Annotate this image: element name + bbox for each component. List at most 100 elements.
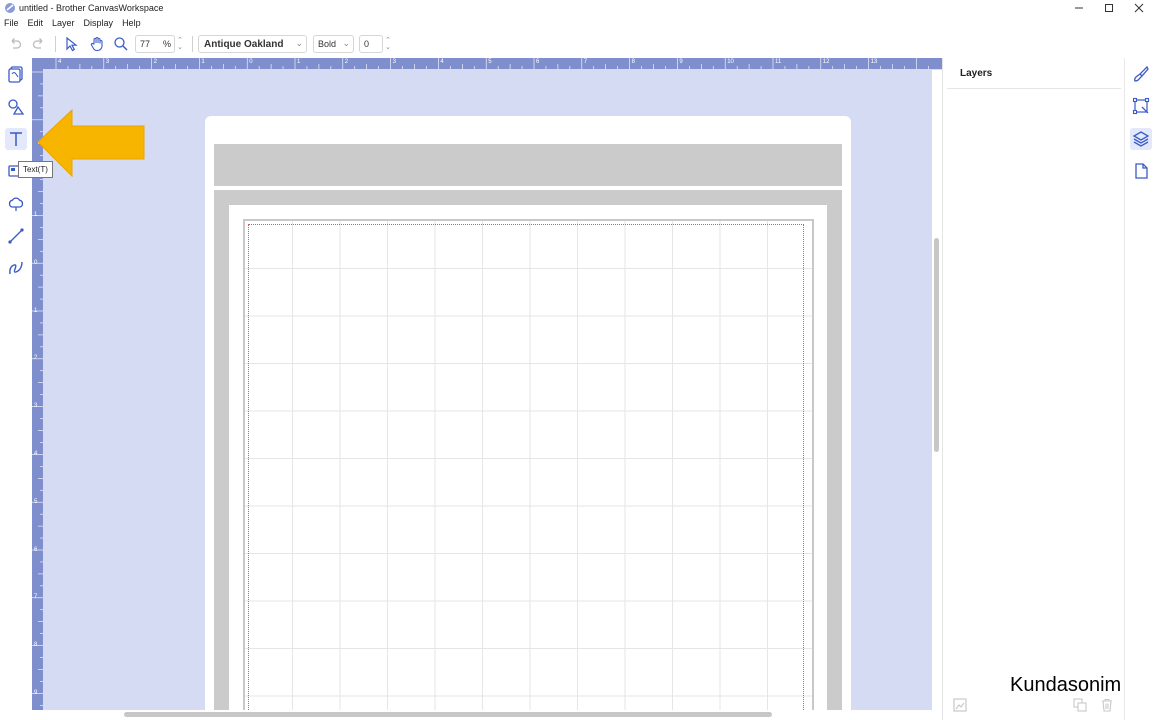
- select-tool-button[interactable]: [63, 35, 81, 53]
- delete-layer-button[interactable]: [1098, 696, 1116, 714]
- panel-divider: [947, 88, 1121, 89]
- zoom-input[interactable]: 77 %: [135, 35, 175, 53]
- ruler-label: 9: [679, 59, 683, 65]
- ruler-label: 2: [344, 59, 349, 65]
- ruler-label: 7: [34, 594, 38, 601]
- layers-panel-button[interactable]: [1130, 128, 1152, 150]
- zoom-value: 77: [140, 39, 151, 49]
- ruler-label: 4: [34, 451, 38, 457]
- layer-image-button[interactable]: [951, 696, 969, 714]
- ruler-label: 0: [249, 59, 253, 65]
- page-icon: [1135, 163, 1148, 179]
- ruler-label: 3: [34, 403, 38, 410]
- toolbar: 77 % ⌃ ⌄ Antique Oakland ⌄ Bold ⌄ 0 ⌃ ⌄: [0, 30, 1155, 58]
- minimize-button[interactable]: [1064, 0, 1094, 16]
- ruler-label: 7: [583, 59, 588, 65]
- ruler-label: 4: [58, 59, 62, 65]
- chevron-up-icon: ⌃: [385, 37, 391, 44]
- magnifier-icon: [114, 37, 128, 51]
- letter-spacing-stepper[interactable]: ⌃ ⌄: [382, 35, 394, 53]
- font-family-value: Antique Oakland: [204, 38, 284, 50]
- menu-edit[interactable]: Edit: [28, 16, 44, 30]
- panel-switcher: [1124, 58, 1155, 720]
- undo-button[interactable]: [6, 35, 24, 53]
- app-icon: [5, 3, 15, 13]
- ruler-label: 12: [822, 59, 830, 65]
- ruler-label: 6: [536, 59, 540, 65]
- ruler-label: 3: [105, 59, 110, 65]
- transform-panel-button[interactable]: [1130, 95, 1152, 117]
- freehand-icon: [9, 261, 23, 275]
- hand-icon: [90, 36, 103, 52]
- trash-icon: [1102, 698, 1112, 712]
- text-tool-button[interactable]: [5, 128, 27, 150]
- layers-icon: [1132, 131, 1150, 147]
- shapes-icon: [8, 99, 25, 115]
- font-family-select[interactable]: Antique Oakland ⌄: [198, 35, 307, 53]
- line-tool-button[interactable]: [5, 225, 27, 247]
- zoom-unit: %: [163, 39, 172, 49]
- chevron-down-icon: ⌄: [177, 44, 183, 51]
- outline-tool-button[interactable]: [5, 193, 27, 215]
- paint-panel-button[interactable]: [1130, 63, 1152, 85]
- top-ruler: 4 3 2 1 0 1 2 3 4 5 6 7 8 9 10 11 12 13: [32, 58, 942, 69]
- template-tool-button[interactable]: [5, 63, 27, 85]
- layers-panel: Layers: [942, 58, 1124, 720]
- toolbar-divider: [55, 36, 56, 52]
- maximize-icon: [1105, 4, 1113, 12]
- undo-icon: [11, 38, 22, 49]
- ruler-label: 1: [34, 307, 38, 314]
- font-style-select[interactable]: Bold ⌄: [313, 35, 354, 53]
- letter-spacing-input[interactable]: 0: [359, 35, 383, 53]
- close-icon: [1134, 3, 1144, 13]
- chevron-down-icon: ⌄: [342, 38, 350, 48]
- page-panel-button[interactable]: [1130, 160, 1152, 182]
- image-icon: [953, 698, 967, 712]
- toolbar-divider: [192, 36, 193, 52]
- freehand-tool-button[interactable]: [5, 257, 27, 279]
- cutting-area-boundary: [248, 224, 804, 720]
- ruler-label: 0: [34, 259, 38, 266]
- zoom-stepper[interactable]: ⌃ ⌄: [174, 35, 186, 53]
- menu-layer[interactable]: Layer: [52, 16, 75, 30]
- title-bar: untitled - Brother CanvasWorkspace: [0, 0, 1155, 16]
- menu-help[interactable]: Help: [122, 16, 141, 30]
- tool-sidebar: [0, 58, 32, 720]
- duplicate-layer-button[interactable]: [1071, 696, 1089, 714]
- chevron-down-icon: ⌄: [295, 38, 303, 48]
- window-title: untitled - Brother CanvasWorkspace: [19, 3, 164, 13]
- ruler-label: 10: [727, 59, 734, 65]
- menu-file[interactable]: File: [4, 16, 19, 30]
- canvas-area[interactable]: 4 3 2 1 0 1 2 3 4 5 6 7 8 9 10 11 12 13 10123456789: [32, 58, 942, 720]
- minimize-icon: [1075, 7, 1083, 9]
- duplicate-icon: [1073, 698, 1087, 712]
- ruler-label: 5: [34, 498, 38, 505]
- ruler-label: 8: [631, 59, 635, 65]
- shape-tool-button[interactable]: [5, 96, 27, 118]
- watermark-text: Kundasonim: [1010, 674, 1122, 696]
- ruler-ticks: [55, 58, 929, 69]
- pan-tool-button[interactable]: [88, 35, 106, 53]
- chevron-down-icon: ⌄: [385, 44, 391, 51]
- horizontal-scroll-thumb[interactable]: [124, 712, 772, 717]
- ruler-label: 4: [440, 59, 444, 65]
- vertical-scroll-thumb[interactable]: [934, 238, 939, 452]
- transform-icon: [1132, 97, 1150, 115]
- ruler-label: 5: [488, 59, 492, 65]
- template-icon: [8, 66, 23, 83]
- ruler-label: 1: [34, 212, 38, 218]
- close-button[interactable]: [1124, 0, 1154, 16]
- redo-button[interactable]: [30, 35, 48, 53]
- chevron-up-icon: ⌃: [177, 37, 183, 44]
- ruler-label: 11: [775, 59, 782, 65]
- text-icon: [10, 132, 22, 146]
- zoom-tool-button[interactable]: [112, 35, 130, 53]
- maximize-button[interactable]: [1094, 0, 1124, 16]
- menu-display[interactable]: Display: [84, 16, 114, 30]
- ruler-label: 1: [297, 59, 301, 65]
- ruler-label: 1: [201, 59, 205, 65]
- line-icon: [8, 228, 24, 244]
- ruler-label: 13: [870, 59, 878, 65]
- font-style-value: Bold: [318, 39, 337, 49]
- redo-icon: [32, 38, 43, 49]
